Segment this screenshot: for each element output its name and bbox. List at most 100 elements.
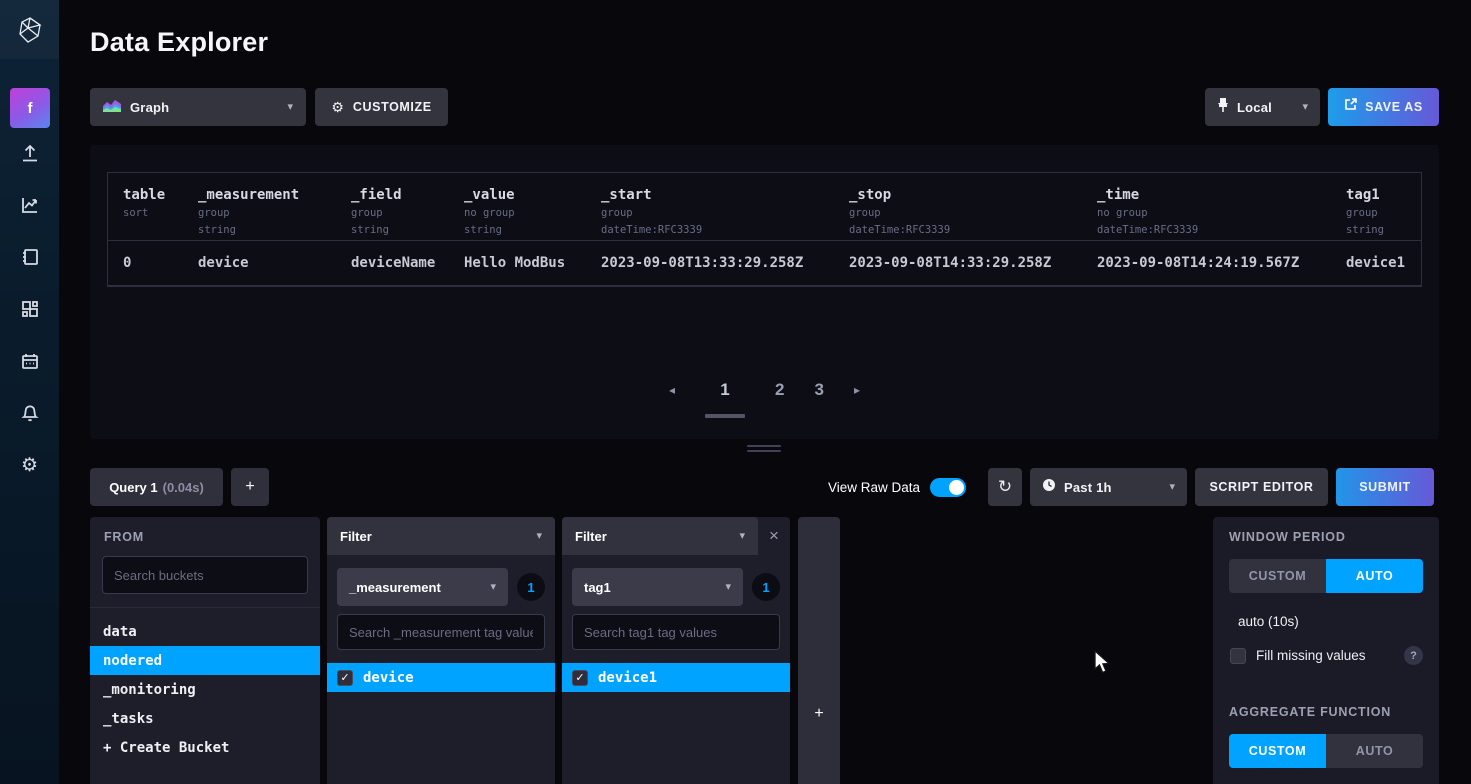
dashboards-icon[interactable]: [19, 298, 41, 320]
export-icon: [1344, 98, 1357, 116]
column-header[interactable]: _field group string: [351, 173, 464, 237]
filter-type-dropdown[interactable]: Filter ▾: [327, 517, 555, 555]
resize-drag-handle[interactable]: [747, 445, 781, 455]
column-header[interactable]: _stop group dateTime:RFC3339: [849, 173, 1097, 237]
from-title: FROM: [90, 517, 320, 544]
refresh-button[interactable]: ↻: [988, 468, 1022, 506]
bucket-item-monitoring[interactable]: _monitoring: [90, 675, 320, 704]
window-custom-button[interactable]: CUSTOM: [1229, 559, 1326, 593]
chevron-down-icon: ▾: [739, 531, 745, 542]
aggregate-segmented: CUSTOM AUTO: [1229, 734, 1423, 768]
query-tab[interactable]: Query 1 (0.04s): [90, 468, 223, 506]
filter-type-dropdown[interactable]: Filter ▾: [562, 517, 758, 555]
raw-data-table: table sort _measurement group string _fi…: [107, 172, 1422, 287]
aggregate-auto-button[interactable]: AUTO: [1326, 734, 1423, 768]
window-auto-button[interactable]: AUTO: [1326, 559, 1423, 593]
pagination-next-icon[interactable]: ▸: [854, 380, 860, 397]
create-bucket-button[interactable]: + Create Bucket: [90, 733, 320, 762]
script-editor-button[interactable]: SCRIPT EDITOR: [1195, 468, 1328, 506]
table-cell: Hello ModBus: [464, 255, 601, 271]
alerts-bell-icon[interactable]: [19, 402, 41, 424]
table-cell: 0: [108, 255, 198, 271]
column-header[interactable]: _start group dateTime:RFC3339: [601, 173, 849, 237]
customize-button[interactable]: ⚙ CUSTOMIZE: [315, 88, 448, 126]
bucket-item-nodered[interactable]: nodered: [90, 646, 320, 675]
window-period-segmented: CUSTOM AUTO: [1229, 559, 1423, 593]
view-raw-data-toggle[interactable]: [930, 478, 966, 497]
column-header[interactable]: _measurement group string: [198, 173, 351, 237]
notebooks-icon[interactable]: [19, 246, 41, 268]
table-cell: deviceName: [351, 255, 464, 271]
pagination: ◂ 1 2 3 ▸: [90, 380, 1439, 418]
raw-data-panel: table sort _measurement group string _fi…: [90, 145, 1439, 439]
divider: [90, 607, 320, 608]
measurement-search-input[interactable]: [337, 614, 545, 650]
column-header[interactable]: _time no group dateTime:RFC3339: [1097, 173, 1346, 237]
graph-chart-icon: [103, 98, 121, 117]
table-row: 0 device deviceName Hello ModBus 2023-09…: [108, 241, 1421, 286]
fill-missing-values-row: Fill missing values ?: [1229, 646, 1423, 665]
selected-count-badge: 1: [752, 573, 780, 601]
chevron-down-icon: ▾: [287, 102, 293, 113]
window-period-value: auto (10s): [1229, 614, 1423, 629]
add-filter-card-button[interactable]: +: [798, 517, 840, 784]
bucket-item-tasks[interactable]: _tasks: [90, 704, 320, 733]
aggregate-settings-panel: WINDOW PERIOD CUSTOM AUTO auto (10s) Fil…: [1213, 517, 1439, 784]
settings-gear-icon[interactable]: ⚙: [19, 454, 41, 476]
table-header-row: table sort _measurement group string _fi…: [108, 173, 1421, 241]
tag1-search-input[interactable]: [572, 614, 780, 650]
upload-icon[interactable]: [19, 142, 41, 164]
chevron-down-icon: ▾: [725, 582, 731, 593]
table-cell: 2023-09-08T14:24:19.567Z: [1097, 255, 1346, 271]
data-explorer-icon[interactable]: [19, 194, 41, 216]
chevron-down-icon: ▾: [1302, 102, 1308, 113]
filter-card-tag1: Filter ▾ × tag1 ▾ 1 ✓ device1: [562, 517, 790, 784]
aggregate-custom-button[interactable]: CUSTOM: [1229, 734, 1326, 768]
chevron-down-icon: ▾: [1169, 482, 1175, 493]
visualization-type-label: Graph: [130, 100, 169, 115]
bucket-item-data[interactable]: data: [90, 617, 320, 646]
influxdb-logo[interactable]: [0, 0, 59, 59]
pagination-page-1[interactable]: 1: [705, 380, 745, 418]
plus-icon: +: [798, 705, 840, 723]
column-header[interactable]: _value no group string: [464, 173, 601, 237]
pagination-page-3[interactable]: 3: [815, 380, 824, 400]
tag-key-dropdown[interactable]: tag1 ▾: [572, 568, 743, 606]
tag-value-device1[interactable]: ✓ device1: [562, 663, 790, 692]
checkbox-checked-icon[interactable]: ✓: [572, 670, 588, 686]
pin-icon: [1217, 98, 1229, 117]
query-duration: (0.04s): [163, 480, 204, 495]
column-header[interactable]: table sort: [108, 173, 198, 220]
fill-missing-label: Fill missing values: [1256, 648, 1366, 663]
time-range-dropdown[interactable]: Past 1h ▾: [1030, 468, 1187, 506]
fill-missing-checkbox[interactable]: [1230, 648, 1246, 664]
table-cell: device: [198, 255, 351, 271]
local-label: Local: [1237, 100, 1272, 115]
filter-card-measurement: Filter ▾ _measurement ▾ 1 ✓ device: [327, 517, 555, 784]
avatar[interactable]: f: [10, 88, 50, 128]
time-range-label: Past 1h: [1064, 480, 1112, 495]
pagination-prev-icon[interactable]: ◂: [669, 380, 675, 397]
add-query-button[interactable]: +: [231, 468, 269, 506]
main-content: Data Explorer Graph ▾ ⚙ CUSTOMIZE Local …: [59, 0, 1471, 784]
bucket-search-input[interactable]: [102, 556, 308, 594]
remove-filter-icon[interactable]: ×: [758, 517, 790, 555]
pagination-page-2[interactable]: 2: [775, 380, 784, 400]
chevron-down-icon: ▾: [490, 582, 496, 593]
submit-button[interactable]: SUBMIT: [1336, 468, 1434, 506]
help-icon[interactable]: ?: [1404, 646, 1423, 665]
tag-key-dropdown[interactable]: _measurement ▾: [337, 568, 508, 606]
view-raw-data-label: View Raw Data: [828, 480, 920, 495]
visualization-type-dropdown[interactable]: Graph ▾: [90, 88, 306, 126]
table-cell: 2023-09-08T13:33:29.258Z: [601, 255, 849, 271]
local-dropdown[interactable]: Local ▾: [1205, 88, 1320, 126]
tag-value-device[interactable]: ✓ device: [327, 663, 555, 692]
window-period-title: WINDOW PERIOD: [1229, 517, 1423, 544]
column-header[interactable]: tag1 group string: [1346, 173, 1421, 237]
toggle-knob: [949, 480, 964, 495]
checkbox-checked-icon[interactable]: ✓: [337, 670, 353, 686]
save-as-button[interactable]: SAVE AS: [1328, 88, 1439, 126]
selected-count-badge: 1: [517, 573, 545, 601]
table-cell: device1: [1346, 255, 1421, 271]
tasks-calendar-icon[interactable]: [19, 350, 41, 372]
